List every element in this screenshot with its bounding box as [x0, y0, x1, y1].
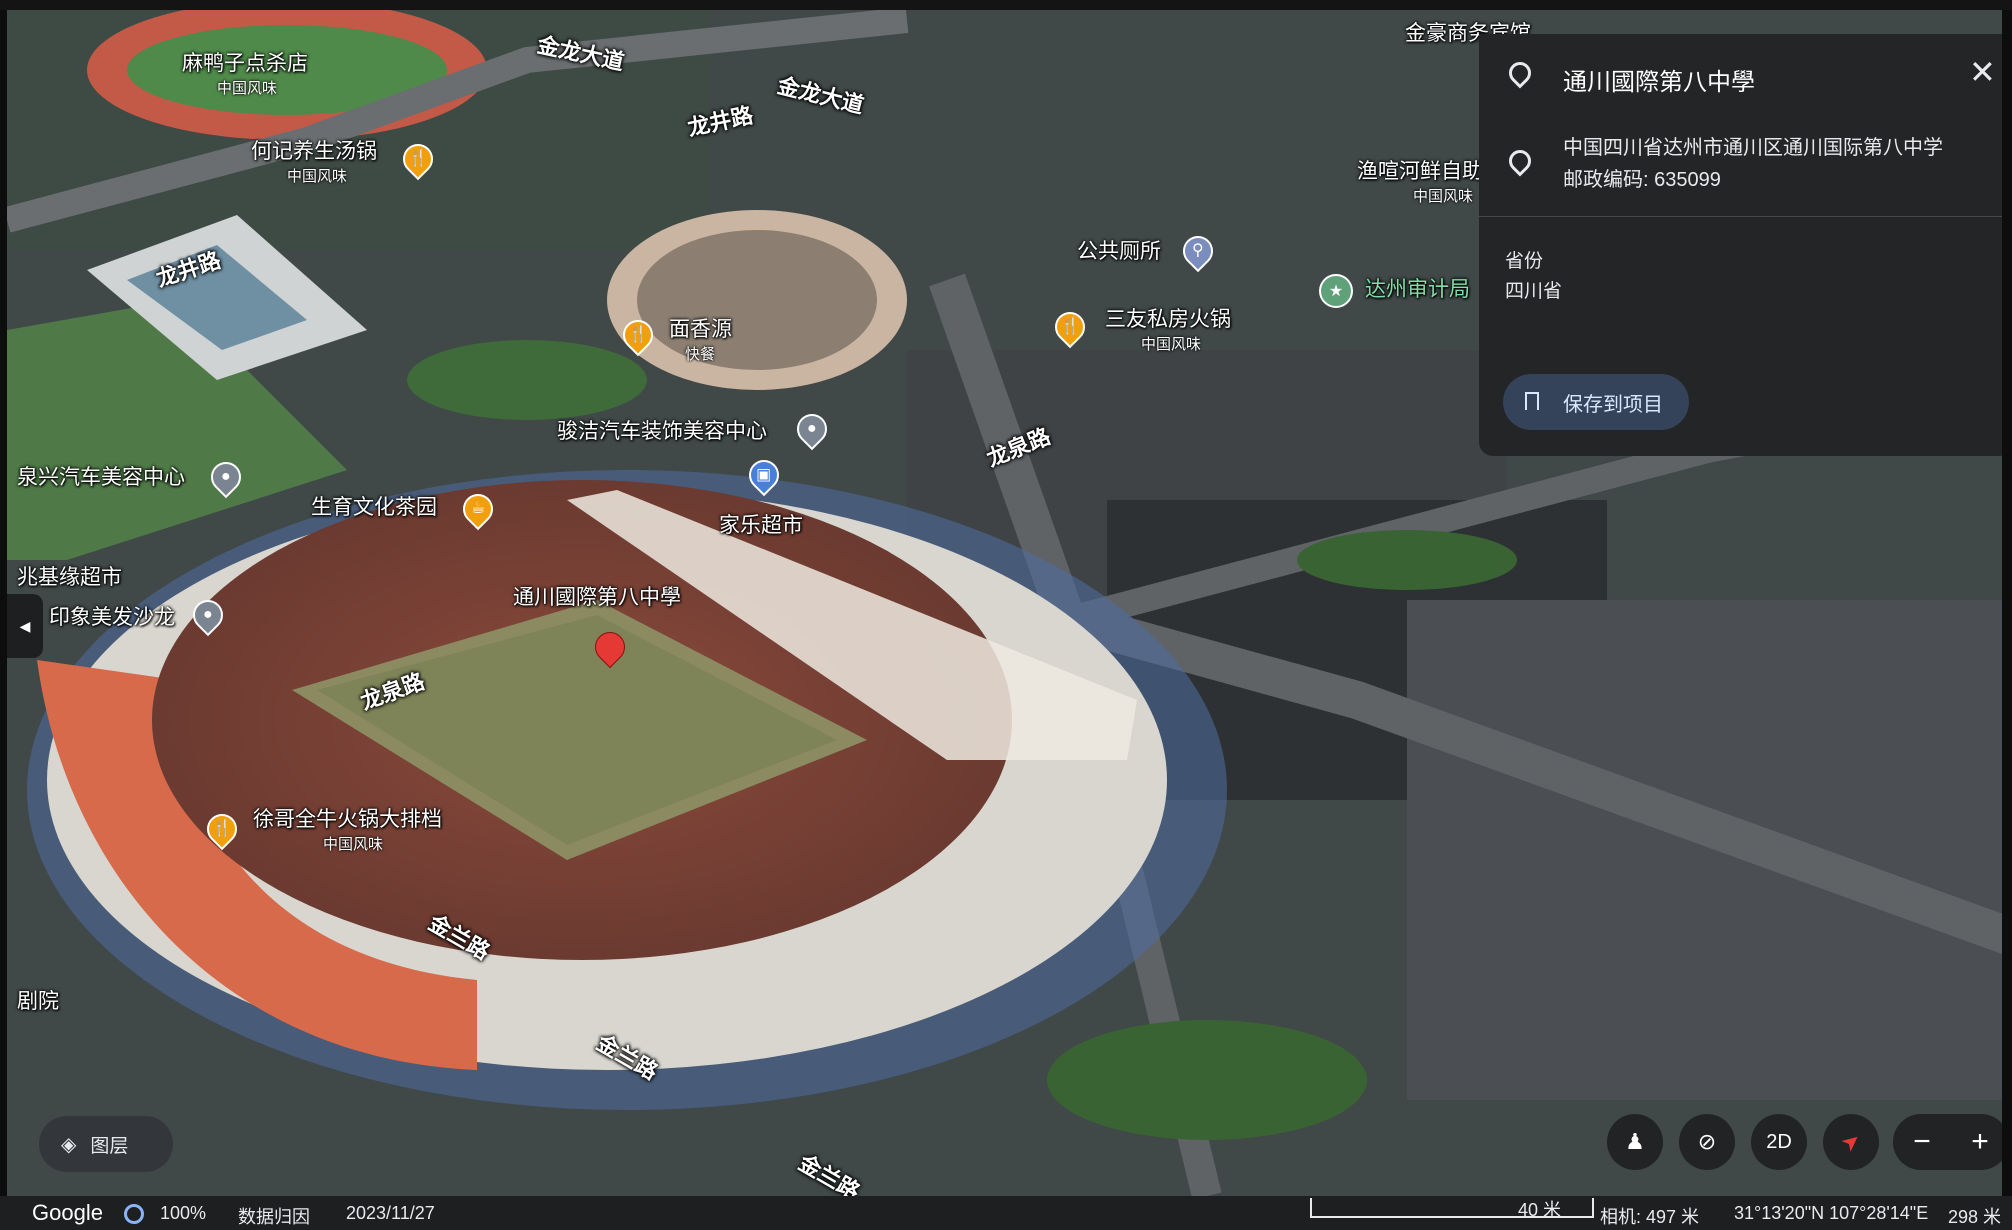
zoom-out-button[interactable]: −	[1893, 1114, 1951, 1170]
poi-sublabel: 中国风味	[1141, 336, 1202, 353]
poi-label[interactable]: 印象美发沙龙	[49, 606, 175, 630]
status-bar: Google 100% 数据归因 2023/11/27 40 米 相机: 497…	[0, 1196, 2012, 1230]
coordinates: 31°13'20"N 107°28'14"E	[1734, 1203, 1929, 1223]
zoom-controls: − +	[1893, 1114, 2002, 1170]
poi-label[interactable]: 麻鸭子点杀店	[182, 52, 308, 76]
poi-sublabel: 中国风味	[217, 80, 278, 97]
compass-icon: ➤	[1835, 1126, 1866, 1158]
satellite-map[interactable]: 金龙大道 金龙大道 龙井路 龙井路 龙泉路 龙泉路 金兰路 金兰路 金兰路 麻鸭…	[0, 0, 2012, 1196]
poi-sublabel: 中国风味	[1413, 188, 1474, 205]
compass-button[interactable]: ➤	[1823, 1114, 1879, 1170]
zoom-in-button[interactable]: +	[1951, 1114, 2002, 1170]
elevation: 298 米	[1948, 1207, 2002, 1227]
attribute-key: 省份	[1505, 251, 1544, 272]
poi-label[interactable]: 通川國際第八中學	[513, 586, 681, 610]
postal-code: 邮政编码: 635099	[1563, 169, 1721, 191]
top-edge	[0, 0, 2012, 10]
government-pin-icon[interactable]: ★	[1319, 274, 1353, 308]
poi-label[interactable]: 渔喧河鲜自助	[1357, 160, 1483, 184]
poi-label[interactable]: 三友私房火锅	[1105, 308, 1231, 332]
poi-label[interactable]: 达州审计局	[1365, 278, 1470, 302]
poi-label[interactable]: 何记养生汤锅	[251, 140, 377, 164]
tilt-icon: ⊘	[1697, 1129, 1717, 1154]
poi-sublabel: 快餐	[685, 346, 716, 363]
poi-label[interactable]: 兆基缘超市	[17, 566, 122, 590]
save-label: 保存到项目	[1563, 393, 1663, 416]
layers-label: 图层	[90, 1135, 129, 1157]
toggle-2d-button[interactable]: 2D	[1751, 1114, 1807, 1170]
location-pin-icon	[1504, 57, 1536, 89]
attribute-value: 四川省	[1505, 281, 1563, 302]
poi-label[interactable]: 公共厕所	[1077, 240, 1161, 264]
zoom-level: 100%	[160, 1203, 207, 1223]
layers-button[interactable]: ◈ 图层	[39, 1116, 173, 1172]
zoom-ring-icon	[124, 1204, 144, 1224]
poi-label[interactable]: 生育文化茶园	[311, 496, 437, 520]
poi-label[interactable]: 徐哥全牛火锅大排档	[253, 808, 442, 832]
address-pin-icon	[1504, 145, 1536, 177]
reset-tilt-button[interactable]: ⊘	[1679, 1114, 1735, 1170]
pegman-button[interactable]: ♟	[1607, 1114, 1663, 1170]
save-to-project-button[interactable]: 保存到项目	[1503, 374, 1689, 430]
toggle-2d-label: 2D	[1766, 1130, 1792, 1153]
poi-label[interactable]: 家乐超市	[719, 514, 803, 538]
layers-icon: ◈	[61, 1133, 77, 1156]
expand-sidebar-button[interactable]: ◀	[7, 594, 43, 658]
place-info-panel: 通川國際第八中學 ✕ 中国四川省达州市通川区通川国际第八中学 邮政编码: 635…	[1479, 34, 2002, 456]
camera-altitude: 相机: 497 米	[1600, 1207, 1700, 1227]
person-icon: ♟	[1625, 1129, 1645, 1154]
place-title: 通川國際第八中學	[1563, 69, 1755, 96]
poi-sublabel: 中国风味	[323, 836, 384, 853]
divider	[1479, 216, 2002, 217]
poi-sublabel: 中国风味	[287, 168, 348, 185]
chevron-left-icon: ◀	[19, 617, 31, 634]
poi-label[interactable]: 剧院	[17, 990, 59, 1014]
poi-label[interactable]: 骏洁汽车装饰美容中心	[557, 420, 767, 444]
scale-label: 40 米	[1518, 1200, 1562, 1220]
close-icon[interactable]: ✕	[1969, 56, 1996, 88]
data-attribution-link[interactable]: 数据归因	[238, 1203, 310, 1229]
imagery-date: 2023/11/27	[346, 1203, 435, 1223]
address-line: 中国四川省达州市通川区通川国际第八中学	[1563, 137, 1943, 159]
poi-label[interactable]: 泉兴汽车美容中心	[17, 466, 185, 490]
bookmark-icon	[1525, 392, 1539, 410]
google-logo: Google	[32, 1200, 103, 1225]
poi-label[interactable]: 面香源	[669, 318, 732, 342]
place-address: 中国四川省达州市通川区通川国际第八中学 邮政编码: 635099	[1563, 132, 1943, 196]
